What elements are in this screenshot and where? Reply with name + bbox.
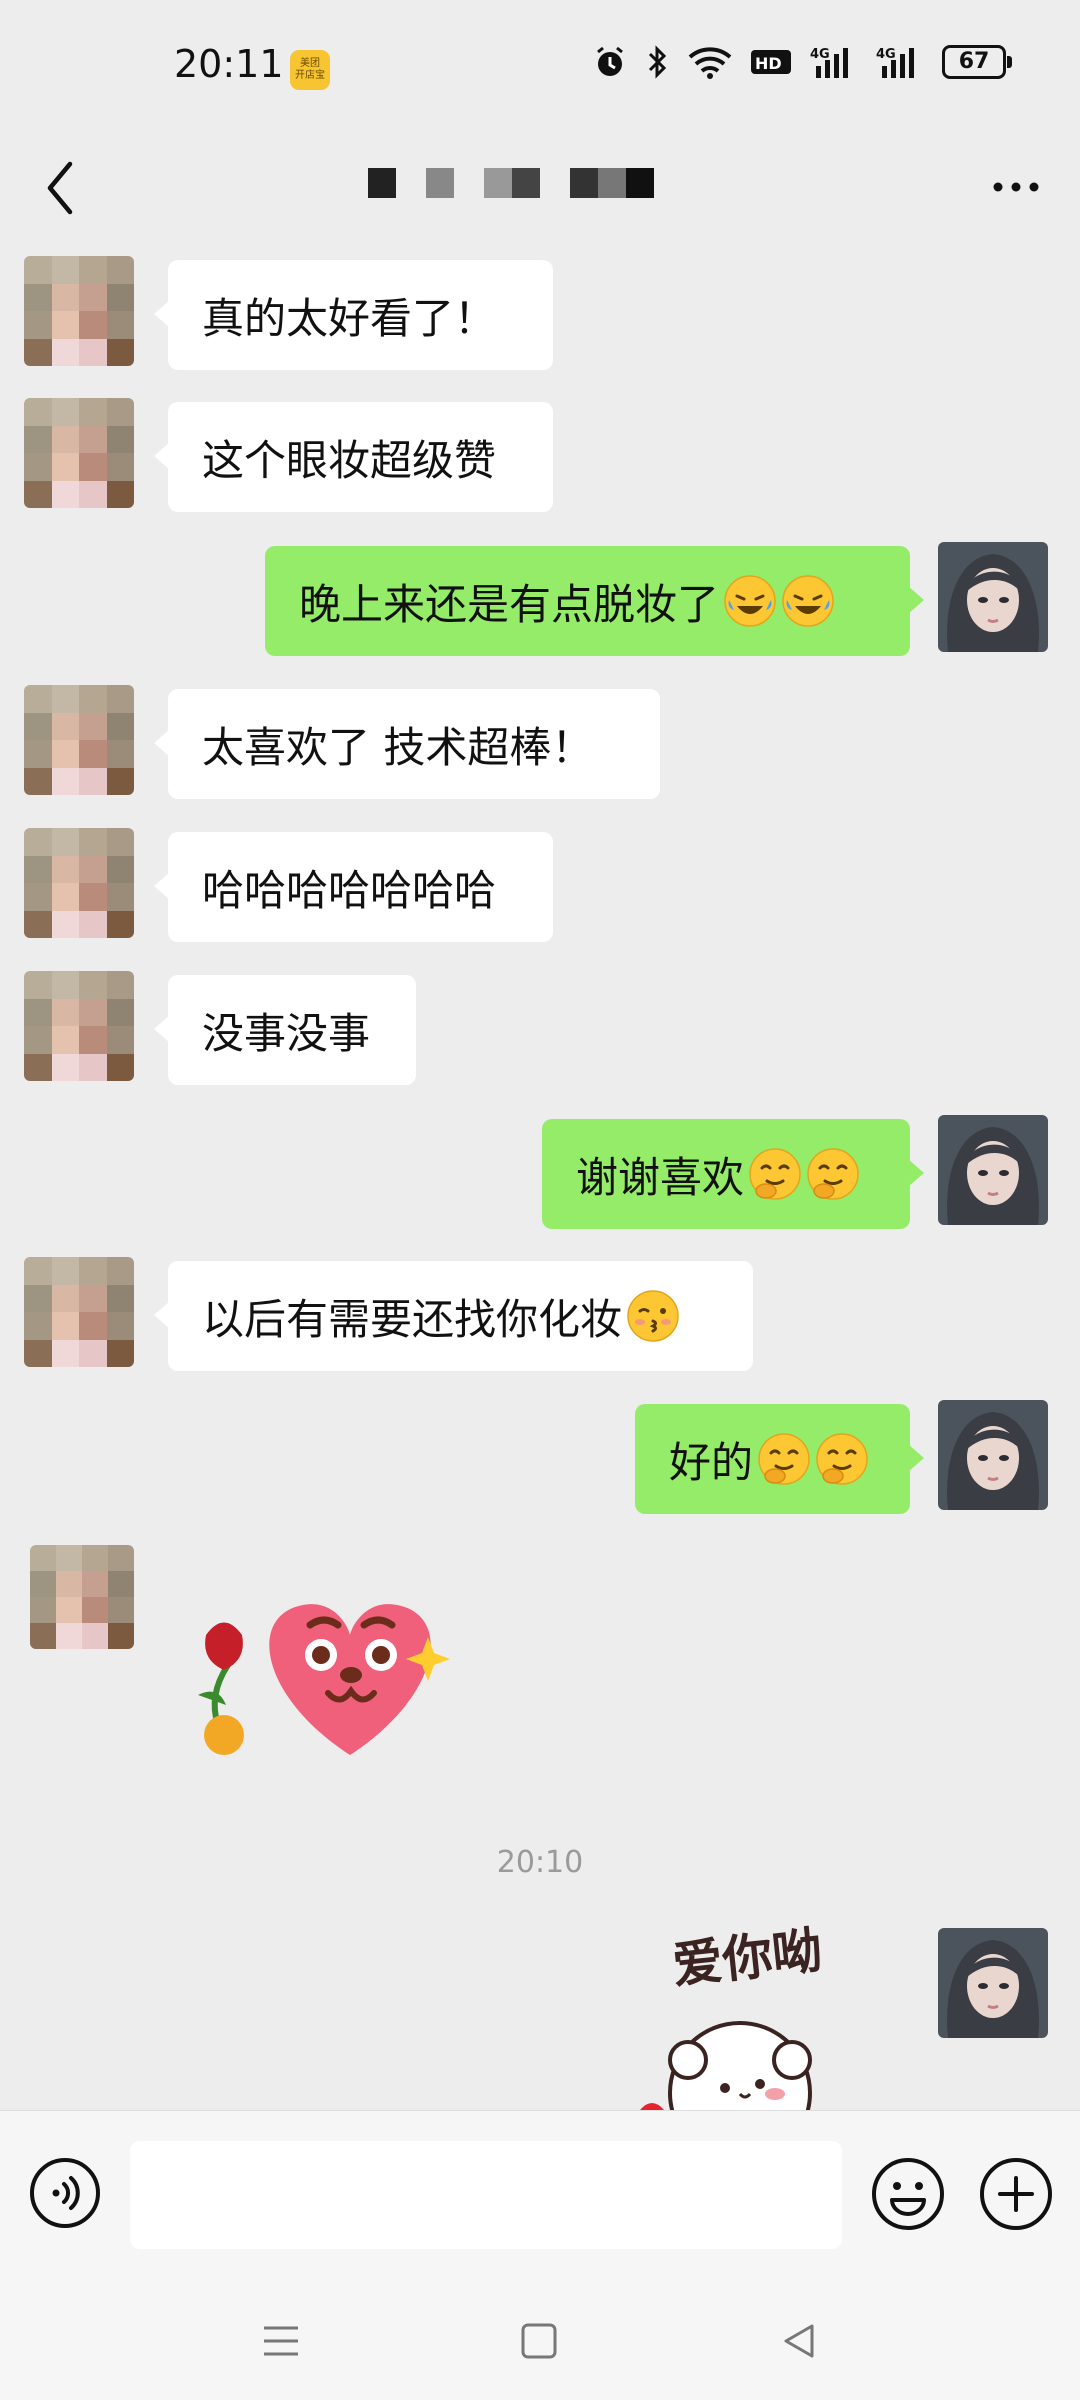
- chevron-left-icon[interactable]: [32, 152, 92, 222]
- avatar[interactable]: [938, 1400, 1048, 1510]
- avatar[interactable]: [938, 542, 1048, 652]
- heart-face-rose-sticker[interactable]: [178, 1575, 478, 1769]
- message-row: 真的太好看了！: [0, 256, 1080, 374]
- message-text: 哈哈哈哈哈哈哈: [202, 865, 497, 915]
- alarm-icon: [597, 46, 623, 76]
- avatar[interactable]: [24, 256, 134, 366]
- avatar[interactable]: [24, 828, 134, 938]
- laugh-cry-emoji: [782, 575, 834, 627]
- hehe-emoji: [816, 1433, 868, 1485]
- message-row: 好的: [0, 1400, 1080, 1518]
- more-dots-icon[interactable]: [986, 162, 1046, 212]
- hd-icon: HD: [751, 50, 791, 74]
- outgoing-message-bubble[interactable]: 晚上来还是有点脱妆了: [265, 546, 924, 656]
- message-timestamp: 20:10: [496, 1845, 584, 1880]
- hehe-emoji: [749, 1148, 801, 1200]
- sticker-row: 爱你呦: [0, 1921, 1080, 2110]
- hehe-emoji: [758, 1433, 810, 1485]
- incoming-message-bubble[interactable]: 没事没事: [154, 975, 416, 1085]
- emoji-icon[interactable]: [870, 2156, 946, 2232]
- signal-4g-icon: 4G: [810, 47, 848, 78]
- back-triangle-icon[interactable]: [776, 2318, 822, 2364]
- incoming-message-bubble[interactable]: 真的太好看了！: [154, 260, 553, 370]
- message-text: 谢谢喜欢: [576, 1152, 745, 1202]
- bear-icon: [640, 2021, 812, 2110]
- svg-text:HD: HD: [755, 54, 782, 73]
- message-row: 谢谢喜欢: [0, 1115, 1080, 1233]
- message-text: 真的太好看了！: [202, 293, 497, 343]
- bluetooth-icon: [648, 45, 667, 79]
- outgoing-message-bubble[interactable]: 谢谢喜欢: [542, 1119, 924, 1229]
- incoming-message-bubble[interactable]: 这个眼妆超级赞: [154, 402, 553, 512]
- message-row: 太喜欢了 技术超棒！: [0, 685, 1080, 803]
- message-text: 太喜欢了 技术超棒！: [202, 722, 594, 772]
- message-list[interactable]: 真的太好看了！ 这个眼妆超级赞晚上来还是有点脱妆了太喜欢了 技术超棒！ 哈哈哈哈哈哈…: [0, 240, 1080, 2110]
- avatar[interactable]: [30, 1545, 134, 1649]
- voice-icon[interactable]: [28, 2156, 102, 2230]
- outgoing-message-bubble[interactable]: 好的: [635, 1404, 924, 1514]
- message-row: 没事没事: [0, 971, 1080, 1089]
- message-text: 这个眼妆超级赞: [202, 435, 497, 485]
- avatar[interactable]: [938, 1928, 1048, 2038]
- battery-icon: 67: [942, 45, 1012, 79]
- status-icons: HD 4G 4G 67: [592, 44, 1012, 80]
- kiss-emoji: [627, 1290, 679, 1342]
- chat-header: [0, 140, 1080, 240]
- message-text: 晚上来还是有点脱妆了: [299, 579, 720, 629]
- status-time: 20:11: [174, 42, 284, 86]
- home-icon[interactable]: [516, 2318, 562, 2364]
- status-bar: 20:11 美团 开店宝 HD 4G 4G 67: [0, 0, 1080, 140]
- incoming-message-bubble[interactable]: 太喜欢了 技术超棒！: [154, 689, 660, 799]
- avatar[interactable]: [24, 971, 134, 1081]
- svg-text:4G: 4G: [876, 47, 896, 62]
- input-bar: [0, 2110, 1080, 2281]
- message-row: 哈哈哈哈哈哈哈: [0, 828, 1080, 946]
- incoming-message-bubble[interactable]: 哈哈哈哈哈哈哈: [154, 832, 553, 942]
- avatar[interactable]: [938, 1115, 1048, 1225]
- signal-4g-icon: 4G: [876, 47, 914, 78]
- message-text: 以后有需要还找你化妆: [202, 1294, 623, 1344]
- system-nav-bar: [0, 2280, 1080, 2400]
- laugh-cry-emoji: [724, 575, 776, 627]
- sticker-caption: 爱你呦: [669, 1921, 826, 1995]
- message-row: 以后有需要还找你化妆: [0, 1257, 1080, 1375]
- message-row: 这个眼妆超级赞: [0, 398, 1080, 516]
- chat-title-redacted: [368, 168, 654, 198]
- avatar[interactable]: [24, 685, 134, 795]
- menu-icon[interactable]: [258, 2318, 304, 2364]
- meituan-app-icon: 美团 开店宝: [290, 50, 330, 90]
- message-row: 晚上来还是有点脱妆了: [0, 542, 1080, 660]
- wifi-icon: [688, 47, 732, 79]
- message-text: 没事没事: [202, 1008, 371, 1058]
- incoming-message-bubble[interactable]: 以后有需要还找你化妆: [154, 1261, 753, 1371]
- avatar[interactable]: [24, 398, 134, 508]
- svg-text:4G: 4G: [810, 47, 830, 62]
- message-text: 好的: [669, 1437, 754, 1487]
- avatar[interactable]: [24, 1257, 134, 1367]
- message-input[interactable]: [130, 2141, 842, 2249]
- hehe-emoji: [807, 1148, 859, 1200]
- plus-icon[interactable]: [978, 2156, 1054, 2232]
- sticker-row: [0, 1545, 1080, 1775]
